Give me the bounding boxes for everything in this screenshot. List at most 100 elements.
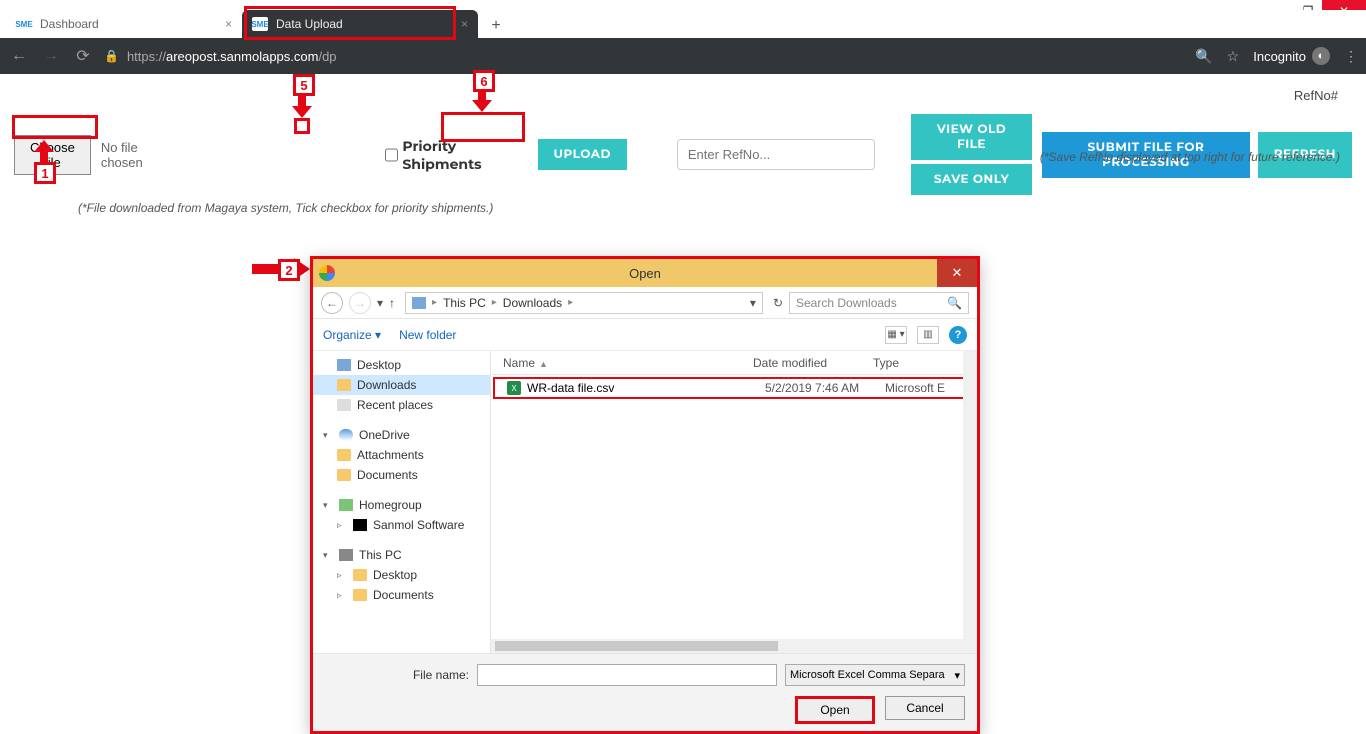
scrollbar-thumb[interactable]: [495, 641, 778, 651]
dialog-body: Desktop Downloads Recent places ▾ OneDriv…: [313, 351, 977, 653]
callout-arrow-2: [246, 254, 310, 284]
tree-group-homegroup[interactable]: ▾Homegroup: [313, 495, 490, 515]
nav-forward-button[interactable]: →: [40, 47, 62, 65]
expand-icon[interactable]: ▾: [323, 500, 333, 511]
file-type: Microsoft E: [885, 381, 945, 395]
tree-item-sanmol[interactable]: ▹ Sanmol Software: [313, 515, 490, 535]
expand-icon[interactable]: ▹: [337, 520, 347, 531]
tree-group-thispc[interactable]: ▾ This PC: [313, 545, 490, 565]
tree-label: This PC: [359, 548, 402, 562]
tab-close-icon[interactable]: ×: [225, 17, 232, 31]
nav-back-button[interactable]: ←: [8, 47, 30, 65]
col-type[interactable]: Type: [873, 356, 977, 370]
user-icon: [353, 519, 367, 531]
dialog-open-button[interactable]: Open: [795, 696, 875, 724]
view-mode-button[interactable]: ▦ ▾: [885, 326, 907, 344]
tab-favicon: SME: [252, 17, 268, 31]
tree-item-desktop[interactable]: Desktop: [313, 355, 490, 375]
browser-tabstrip: SME Dashboard × SME Data Upload × +: [0, 10, 1366, 38]
vertical-scrollbar[interactable]: [963, 351, 977, 653]
dialog-cancel-button[interactable]: Cancel: [885, 696, 965, 720]
tab-close-icon[interactable]: ×: [461, 17, 468, 31]
search-placeholder: Search Downloads: [796, 296, 897, 310]
breadcrumb-dropdown-icon[interactable]: ▾: [750, 296, 756, 310]
tree-item-documents2[interactable]: ▹Documents: [313, 585, 490, 605]
dialog-toolbar: Organize ▾ New folder ▦ ▾ ▥ ?: [313, 319, 977, 351]
dialog-nav-recent-dropdown[interactable]: ▾: [377, 296, 383, 310]
expand-icon[interactable]: ▹: [337, 590, 347, 601]
incognito-label: Incognito: [1253, 49, 1306, 64]
col-name[interactable]: Name▲: [503, 356, 753, 370]
dialog-nav-back-button[interactable]: ←: [321, 292, 343, 314]
view-old-file-button[interactable]: VIEW OLD FILE: [911, 114, 1032, 160]
tree-item-documents[interactable]: Documents: [313, 465, 490, 485]
dialog-refresh-button[interactable]: ↻: [773, 296, 783, 310]
preview-pane-button[interactable]: ▥: [917, 326, 939, 344]
folder-icon: [353, 589, 367, 601]
tree-item-desktop2[interactable]: ▹ Desktop: [313, 565, 490, 585]
help-button[interactable]: ?: [949, 326, 967, 344]
open-button-label: Open: [820, 703, 849, 717]
browser-tab-dashboard[interactable]: SME Dashboard ×: [6, 10, 242, 38]
dialog-nav-forward-button[interactable]: →: [349, 292, 371, 314]
dialog-breadcrumb[interactable]: ▸ This PC ▸ Downloads ▸ ▾: [405, 292, 763, 314]
tree-item-downloads[interactable]: Downloads: [313, 375, 490, 395]
file-type-filter-dropdown[interactable]: Microsoft Excel Comma Separa ▾: [785, 664, 965, 686]
dialog-search-input[interactable]: Search Downloads 🔍: [789, 292, 969, 314]
browser-urlbar: ← → ⟳ 🔒 https://areopost.sanmolapps.com/…: [0, 38, 1366, 74]
dialog-nav-up-button[interactable]: ↑: [389, 296, 395, 310]
dialog-close-button[interactable]: ✕: [937, 259, 977, 287]
expand-icon[interactable]: ▹: [337, 570, 347, 581]
tree-label: Desktop: [357, 358, 401, 372]
col-date[interactable]: Date modified: [753, 356, 873, 370]
priority-checkbox[interactable]: [385, 148, 398, 162]
url-field[interactable]: 🔒 https://areopost.sanmolapps.com/dp: [104, 49, 1185, 64]
browser-menu-button[interactable]: ⋮: [1344, 48, 1358, 65]
choose-file-button[interactable]: Choose file: [14, 135, 91, 175]
browser-tab-data-upload[interactable]: SME Data Upload ×: [242, 10, 478, 38]
upload-toolbar: Choose file No file chosen Priority Ship…: [0, 74, 1366, 195]
tree-label: OneDrive: [359, 428, 410, 442]
file-date: 5/2/2019 7:46 AM: [765, 381, 885, 395]
col-label: Name: [503, 356, 535, 370]
upload-button[interactable]: UPLOAD: [538, 139, 627, 170]
pc-icon: [412, 297, 426, 309]
chevron-right-icon: ▸: [492, 297, 497, 308]
search-icon[interactable]: 🔍: [1195, 48, 1212, 65]
new-tab-button[interactable]: +: [484, 14, 508, 38]
folder-icon: [337, 379, 351, 391]
excel-file-icon: X: [507, 381, 521, 395]
breadcrumb-this-pc[interactable]: This PC: [443, 296, 486, 310]
file-name-input[interactable]: [477, 664, 777, 686]
save-only-button[interactable]: SAVE ONLY: [911, 164, 1032, 195]
filter-text: Microsoft Excel Comma Separa: [790, 669, 945, 681]
new-folder-button[interactable]: New folder: [399, 328, 456, 342]
callout-number-2: 2: [278, 259, 300, 281]
hint-left-text: (*File downloaded from Magaya system, Ti…: [0, 195, 1366, 215]
horizontal-scrollbar[interactable]: [491, 639, 963, 653]
tree-item-recent[interactable]: Recent places: [313, 395, 490, 415]
tree-item-attachments[interactable]: Attachments: [313, 445, 490, 465]
expand-icon[interactable]: ▾: [323, 430, 333, 441]
expand-icon[interactable]: ▾: [323, 550, 333, 561]
window-titlebar: — ❐ ✕: [0, 0, 1366, 10]
organize-menu-button[interactable]: Organize ▾: [323, 328, 381, 342]
bookmark-star-icon[interactable]: ☆: [1227, 48, 1240, 65]
tab-title: Data Upload: [276, 17, 343, 31]
view-save-stack: VIEW OLD FILE SAVE ONLY: [911, 114, 1032, 195]
tree-label: Desktop: [373, 568, 417, 582]
dialog-title-text: Open: [629, 266, 661, 281]
chevron-right-icon: ▸: [432, 297, 437, 308]
tree-group-onedrive[interactable]: ▾ OneDrive: [313, 425, 490, 445]
tree-label: Sanmol Software: [373, 518, 464, 532]
dialog-file-pane: Name▲ Date modified Type X WR-data file.…: [491, 351, 977, 653]
dialog-folder-tree[interactable]: Desktop Downloads Recent places ▾ OneDriv…: [313, 351, 491, 653]
file-columns-header[interactable]: Name▲ Date modified Type: [491, 351, 977, 375]
refno-input[interactable]: [677, 139, 875, 170]
incognito-icon: ◐: [1312, 47, 1330, 65]
file-row-wr-data[interactable]: X WR-data file.csv 5/2/2019 7:46 AM Micr…: [493, 377, 973, 399]
search-icon: 🔍: [947, 296, 962, 310]
breadcrumb-downloads[interactable]: Downloads: [503, 296, 562, 310]
nav-reload-button[interactable]: ⟳: [72, 46, 94, 66]
priority-label: Priority Shipments: [402, 137, 525, 173]
